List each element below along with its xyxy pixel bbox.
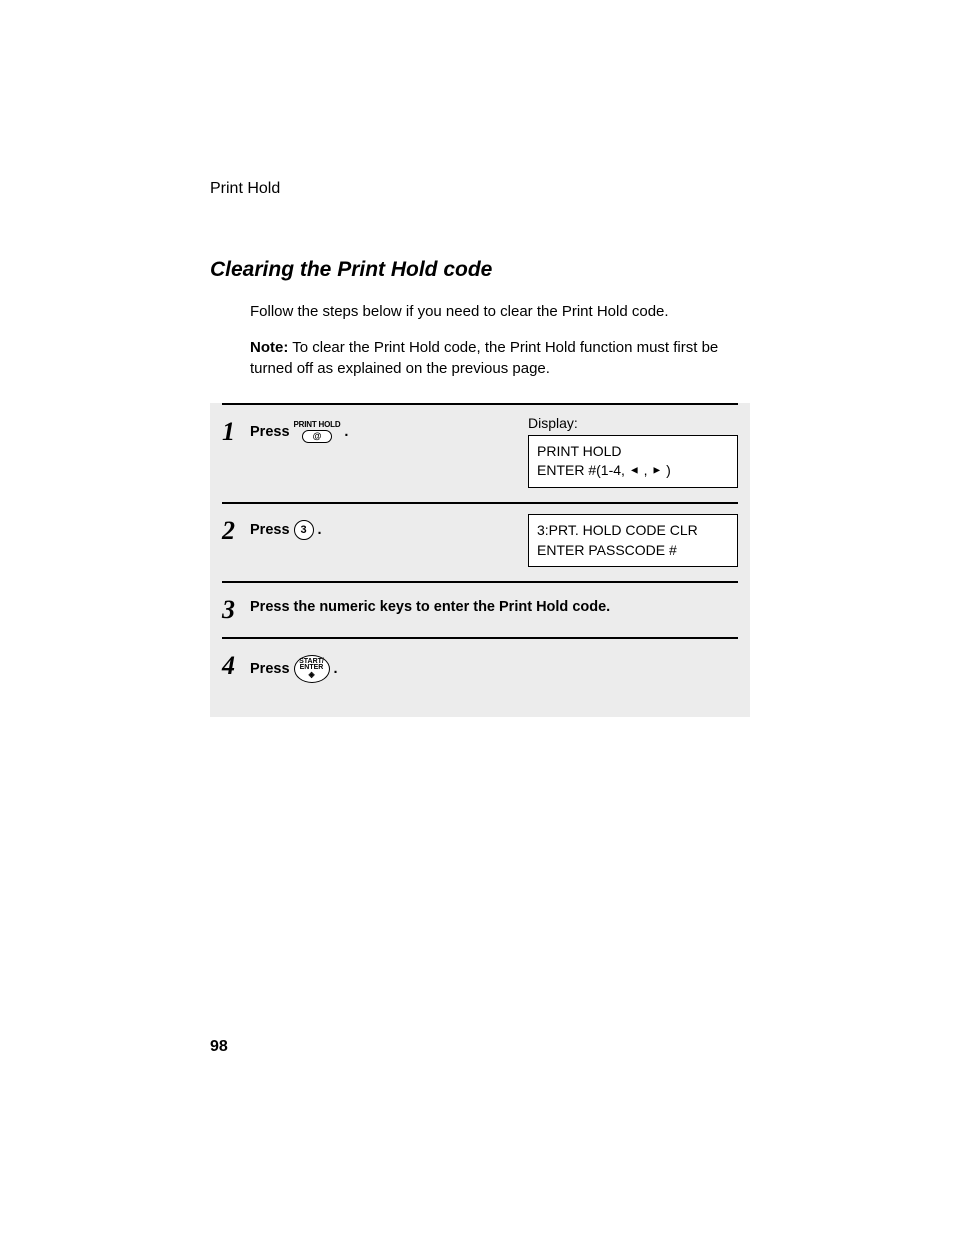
press-label: Press (250, 661, 290, 677)
display-label: Display: (528, 415, 738, 431)
step-number: 1 (222, 415, 250, 445)
manual-page: Print Hold Clearing the Print Hold code … (210, 180, 750, 717)
step-number: 2 (222, 514, 250, 544)
press-label: Press (250, 424, 290, 440)
display-line2: ENTER PASSCODE # (537, 541, 729, 561)
period: . (318, 522, 322, 538)
display-box: PRINT HOLD ENTER #(1-4, ◄ , ► ) (528, 435, 738, 488)
press-label: Press (250, 522, 290, 538)
number-3-key-icon: 3 (294, 520, 314, 540)
display-line2: ENTER #(1-4, ◄ , ► ) (537, 461, 729, 481)
right-arrow-icon: ► (651, 465, 662, 477)
section-title: Clearing the Print Hold code (210, 258, 750, 282)
key-symbol: ◈ (308, 671, 314, 679)
step-number: 4 (222, 649, 250, 679)
note-label: Note: (250, 339, 288, 356)
start-enter-key-icon: START/ ENTER ◈ (294, 655, 330, 683)
step-row: 1 Press PRINT HOLD @ . Display: PRINT HO… (222, 403, 738, 502)
page-number: 98 (210, 1038, 228, 1056)
key-top-label: PRINT HOLD (294, 421, 341, 429)
display-line1: PRINT HOLD (537, 442, 729, 462)
step-row: 2 Press 3 . 3:PRT. HOLD CODE CLR ENTER P… (222, 502, 738, 581)
note-text: To clear the Print Hold code, the Print … (250, 339, 718, 376)
period: . (344, 424, 348, 440)
step-row: 3 Press the numeric keys to enter the Pr… (222, 581, 738, 637)
step-row: 4 Press START/ ENTER ◈ . (222, 637, 738, 697)
step-display: 3:PRT. HOLD CODE CLR ENTER PASSCODE # (528, 514, 738, 567)
step-instruction: Press START/ ENTER ◈ . (250, 649, 510, 683)
intro-text: Follow the steps below if you need to cl… (250, 302, 750, 322)
left-arrow-icon: ◄ (629, 465, 640, 477)
step-instruction: Press the numeric keys to enter the Prin… (250, 593, 610, 615)
page-header: Print Hold (210, 180, 750, 198)
print-hold-key-icon: PRINT HOLD @ (294, 421, 341, 443)
note-block: Note: To clear the Print Hold code, the … (250, 338, 750, 379)
step-instruction: Press PRINT HOLD @ . (250, 415, 510, 443)
period: . (334, 661, 338, 677)
key-bottom-label: @ (302, 430, 333, 443)
display-box: 3:PRT. HOLD CODE CLR ENTER PASSCODE # (528, 514, 738, 567)
step-display: Display: PRINT HOLD ENTER #(1-4, ◄ , ► ) (528, 415, 738, 488)
display-line1: 3:PRT. HOLD CODE CLR (537, 521, 729, 541)
steps-container: 1 Press PRINT HOLD @ . Display: PRINT HO… (210, 403, 750, 717)
step-instruction: Press 3 . (250, 514, 510, 540)
step-number: 3 (222, 593, 250, 623)
